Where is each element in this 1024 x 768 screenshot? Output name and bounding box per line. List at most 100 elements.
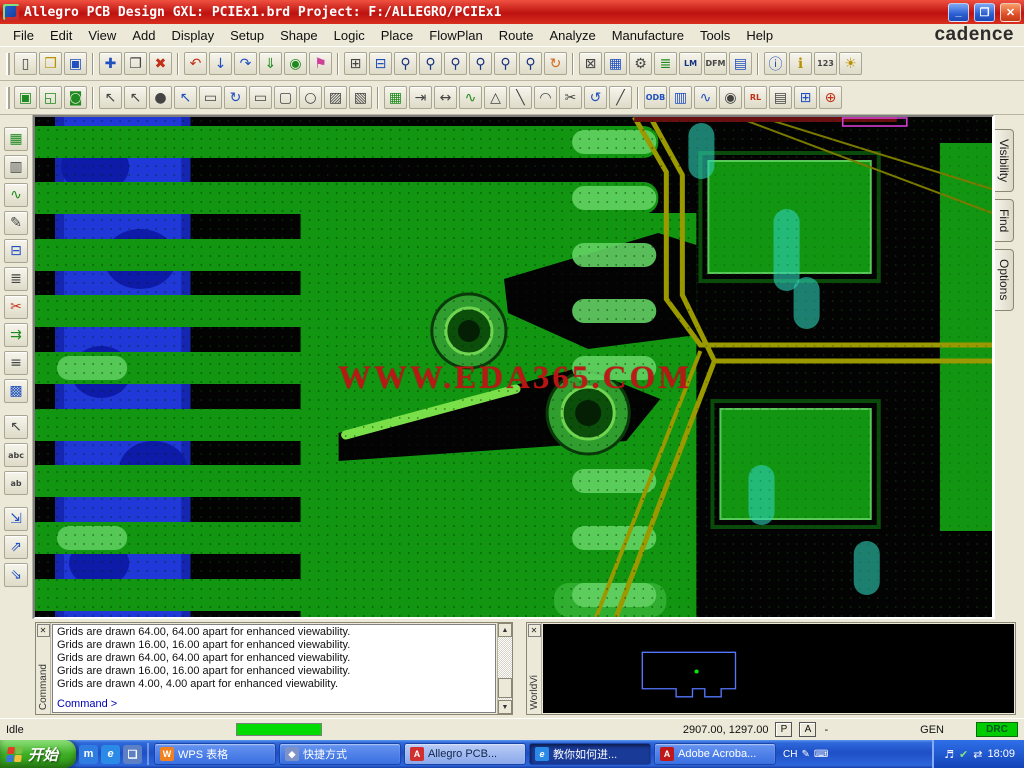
library-icon[interactable]: ▥ <box>669 86 692 109</box>
report-icon[interactable]: ≡ <box>4 351 28 375</box>
menu-help[interactable]: Help <box>738 25 781 46</box>
delete-icon[interactable]: ✖ <box>149 52 172 75</box>
scroll-up-icon[interactable]: ▲ <box>498 623 512 637</box>
notepad-icon[interactable]: ▤ <box>769 86 792 109</box>
antivirus-icon[interactable]: ✔ <box>959 748 968 761</box>
tab-visibility[interactable]: Visibility <box>995 129 1014 193</box>
tab-find[interactable]: Find <box>995 199 1014 243</box>
text-edit-icon[interactable]: ab <box>4 471 28 495</box>
slash-tool-icon[interactable]: ╱ <box>609 86 632 109</box>
route-up-icon[interactable]: ⇗ <box>4 535 28 559</box>
windows-icon[interactable]: ⊞ <box>344 52 367 75</box>
menu-display[interactable]: Display <box>163 25 222 46</box>
dimension-span-icon[interactable]: ↔ <box>434 86 457 109</box>
rotate-icon[interactable]: ↻ <box>224 86 247 109</box>
pick-icon[interactable]: ↖ <box>124 86 147 109</box>
rect-tool-icon[interactable]: ▭ <box>249 86 272 109</box>
odb-icon[interactable]: ODB <box>644 86 667 109</box>
minimize-button[interactable]: _ <box>948 2 969 22</box>
toolbar-grip[interactable] <box>6 86 10 109</box>
menu-manufacture[interactable]: Manufacture <box>604 25 692 46</box>
undo-icon[interactable]: ↶ <box>184 52 207 75</box>
menu-logic[interactable]: Logic <box>326 25 373 46</box>
menu-shape[interactable]: Shape <box>272 25 326 46</box>
application-mode-button[interactable]: A <box>799 722 817 737</box>
start-button[interactable]: 开始 <box>0 740 77 768</box>
task-adobe[interactable]: A Adobe Acroba... <box>654 743 777 765</box>
scroll-thumb[interactable] <box>498 678 512 698</box>
board-geometry-icon[interactable]: ▦ <box>384 86 407 109</box>
hatch-icon[interactable]: ▧ <box>349 86 372 109</box>
worldview-close-icon[interactable]: ✕ <box>527 624 541 637</box>
task-shortcut[interactable]: ◆ 快捷方式 <box>279 743 402 765</box>
menu-file[interactable]: File <box>5 25 42 46</box>
numbers-icon[interactable]: 123 <box>814 52 837 75</box>
package-icon[interactable]: ⊟ <box>4 239 28 263</box>
menu-edit[interactable]: Edit <box>42 25 80 46</box>
rats-all-icon[interactable]: ⊠ <box>579 52 602 75</box>
world-view-canvas[interactable] <box>543 624 1014 713</box>
camera-icon[interactable]: ◉ <box>719 86 742 109</box>
pick-add-icon[interactable]: ↖ <box>99 86 122 109</box>
save-icon[interactable]: ▣ <box>64 52 87 75</box>
lm-flow-icon[interactable]: LM <box>679 52 702 75</box>
console-scrollbar[interactable]: ▲ ▼ <box>497 623 512 714</box>
menu-tools[interactable]: Tools <box>692 25 738 46</box>
done-icon[interactable]: ⇓ <box>259 52 282 75</box>
component-icon[interactable]: ⚙ <box>629 52 652 75</box>
scroll-down-icon[interactable]: ▼ <box>498 700 512 714</box>
menu-view[interactable]: View <box>80 25 124 46</box>
menu-route[interactable]: Route <box>491 25 542 46</box>
pick-mode-button[interactable]: P <box>775 722 793 737</box>
zoom-world-icon[interactable]: ◉ <box>284 52 307 75</box>
pen-indicator[interactable]: ✎ <box>801 749 809 760</box>
pin-array-icon[interactable]: ≣ <box>4 267 28 291</box>
shape-move-icon[interactable]: ◱ <box>39 86 62 109</box>
pencil-icon[interactable]: ✎ <box>4 211 28 235</box>
clock[interactable]: 18:09 <box>987 748 1015 760</box>
task-allegro[interactable]: A Allegro PCB... <box>404 743 527 765</box>
fanout-icon[interactable]: ⇉ <box>4 323 28 347</box>
open-drawing-icon[interactable]: ❒ <box>39 52 62 75</box>
layers-icon[interactable]: ≣ <box>654 52 677 75</box>
shaded-rect-icon[interactable]: ▨ <box>324 86 347 109</box>
cut-icon[interactable]: ✂ <box>559 86 582 109</box>
copy-icon[interactable]: ❐ <box>124 52 147 75</box>
grid-toggle-icon[interactable]: ⊟ <box>369 52 392 75</box>
rounded-rect-tool-icon[interactable]: ▢ <box>274 86 297 109</box>
app-icon[interactable] <box>3 4 19 20</box>
browser-m-icon[interactable]: m <box>79 744 99 764</box>
probe-icon[interactable]: ∿ <box>694 86 717 109</box>
trim-icon[interactable]: ✂ <box>4 295 28 319</box>
zoom-selection-icon[interactable]: ⚲ <box>519 52 542 75</box>
pick-net-icon[interactable]: ↖ <box>174 86 197 109</box>
triangle-tool-icon[interactable]: △ <box>484 86 507 109</box>
circle-tool-icon[interactable]: ○ <box>299 86 322 109</box>
brightness-icon[interactable]: ☀ <box>839 52 862 75</box>
task-wps[interactable]: W WPS 表格 <box>154 743 277 765</box>
menu-place[interactable]: Place <box>373 25 422 46</box>
language-indicator[interactable]: CH <box>783 749 797 760</box>
dimension-extend-icon[interactable]: ⇥ <box>409 86 432 109</box>
wave-icon[interactable]: ∿ <box>459 86 482 109</box>
menu-flowplan[interactable]: FlowPlan <box>421 25 490 46</box>
line-tool-icon[interactable]: ╲ <box>509 86 532 109</box>
signal-probe-icon[interactable]: ⊕ <box>819 86 842 109</box>
volume-icon[interactable]: ♬ <box>944 748 954 761</box>
slide-route-icon[interactable]: ⇲ <box>4 507 28 531</box>
zoom-in-icon[interactable]: ⚲ <box>444 52 467 75</box>
menu-add[interactable]: Add <box>124 25 163 46</box>
zoom-points-icon[interactable]: ⚲ <box>394 52 417 75</box>
task-browser-page[interactable]: e 教你如何进... <box>529 743 652 765</box>
redraw-icon[interactable]: ↻ <box>544 52 567 75</box>
zoom-previous-icon[interactable]: ⚲ <box>494 52 517 75</box>
properties-icon[interactable]: ▤ <box>729 52 752 75</box>
palette-icon[interactable]: ▩ <box>4 379 28 403</box>
menu-analyze[interactable]: Analyze <box>541 25 603 46</box>
grid-snap-icon[interactable]: ⊞ <box>794 86 817 109</box>
pcb-design-canvas[interactable]: WWW.EDA365.COM <box>33 115 994 619</box>
redo-icon[interactable]: ↷ <box>234 52 257 75</box>
new-drawing-icon[interactable]: ▯ <box>14 52 37 75</box>
command-input-area[interactable]: Grids are drawn 64.00, 64.00 apart for e… <box>52 624 496 713</box>
color-dialog-icon[interactable]: ▦ <box>604 52 627 75</box>
